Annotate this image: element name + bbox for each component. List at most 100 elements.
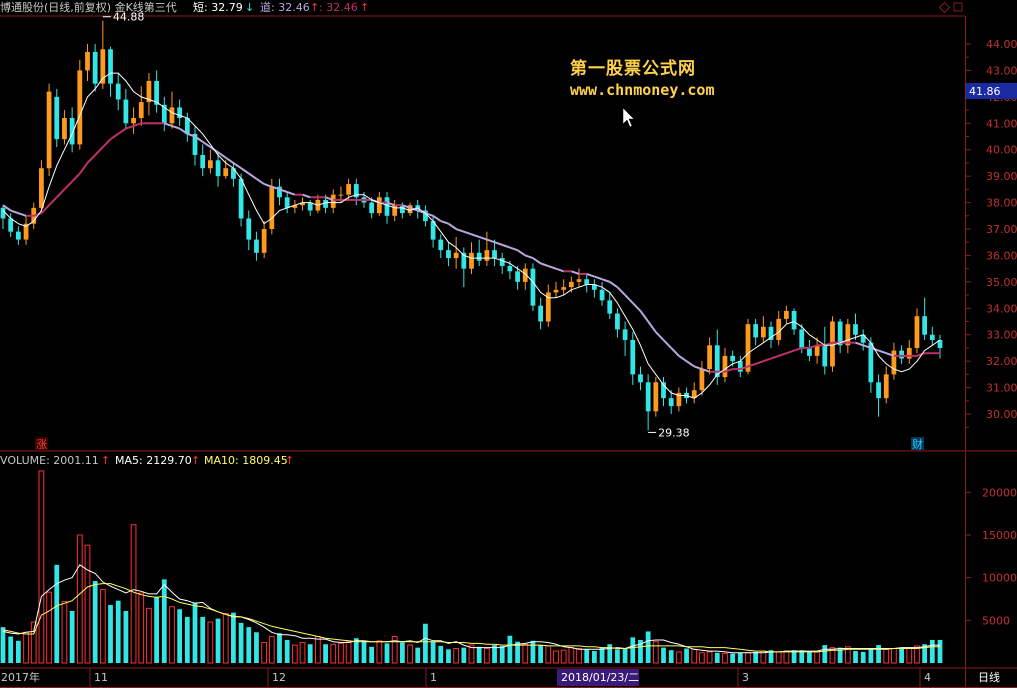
- volume-bar: [345, 641, 352, 664]
- candle-body: [284, 197, 290, 208]
- candle-body: [776, 318, 782, 341]
- date-label-2017: 2017年: [1, 670, 40, 684]
- volume-bar: [38, 470, 45, 664]
- volume-bar: [246, 627, 252, 663]
- price-tick-label: 43.00: [986, 64, 1017, 77]
- ma-long-segment: [670, 347, 680, 357]
- volume-bar: [507, 635, 513, 663]
- candle-body: [638, 374, 643, 383]
- candle-body: [561, 287, 567, 290]
- candle-body: [853, 324, 858, 335]
- stock-chart-canvas[interactable]: 博通股份(日线,前复权) 金K线第三代 短: 32.79 ↓ 道: 32.46 …: [0, 0, 1017, 688]
- candle-body: [138, 102, 144, 119]
- candle-body: [8, 218, 14, 232]
- ma-long-segment: [302, 193, 311, 199]
- period-label[interactable]: 日线: [978, 670, 1000, 684]
- ma-long-segment: [63, 180, 73, 191]
- short-line-arrow: ↓: [245, 1, 254, 14]
- candle-body: [807, 347, 812, 356]
- price-tick-label: 37.00: [986, 223, 1017, 236]
- candle-body: [0, 207, 6, 219]
- stock-title: 博通股份(日线,前复权) 金K线第三代: [0, 0, 177, 14]
- candle-body: [599, 289, 605, 301]
- high-price-label: 44.88: [113, 11, 145, 24]
- ma-long-segment: [171, 124, 180, 130]
- diamond-icon[interactable]: [938, 1, 951, 14]
- vol-ma10-value: MA10: 1809.45: [204, 454, 288, 467]
- volume-bar: [545, 645, 552, 664]
- candle-body: [553, 289, 559, 293]
- volume-bar: [876, 645, 881, 663]
- price-tick-label: 38.00: [986, 197, 1017, 210]
- ma-long-segment: [647, 320, 657, 333]
- window-controls[interactable]: [938, 1, 963, 14]
- volume-bar: [807, 651, 812, 663]
- ma-long-segment: [540, 262, 549, 267]
- ma-long-segment: [56, 188, 66, 198]
- volume-bar: [630, 637, 636, 663]
- short-line-value: 短: 32.79: [193, 0, 243, 14]
- volume-bar: [453, 647, 460, 664]
- volume-bar: [568, 647, 575, 664]
- volume-bar: [207, 621, 214, 664]
- date-label-4: 4: [924, 671, 931, 684]
- dao-line-arrow: ↑: [310, 1, 319, 14]
- candle-body: [622, 329, 628, 341]
- candle-body: [607, 300, 613, 314]
- volume-bar: [722, 653, 728, 664]
- candle-body: [507, 266, 513, 272]
- volume-bar: [284, 639, 290, 663]
- restore-icon[interactable]: [953, 2, 963, 12]
- price-tick-label: 41.00: [986, 117, 1017, 130]
- ma-long-segment: [48, 196, 58, 206]
- zhang-badge[interactable]: 涨: [36, 438, 47, 451]
- volume-bar: [661, 647, 666, 663]
- watermark-url[interactable]: www.chnmoney.com: [570, 81, 715, 99]
- candle-body: [876, 382, 881, 399]
- candle-body: [69, 118, 75, 145]
- volume-bar: [423, 623, 428, 663]
- ma-long-segment: [94, 146, 104, 156]
- ma-long-segment: [102, 138, 112, 148]
- volume-bar: [30, 621, 37, 664]
- volume-bar: [277, 633, 282, 663]
- volume-bar: [753, 651, 759, 663]
- volume-bar: [169, 606, 175, 664]
- candle-body: [914, 316, 920, 348]
- candle-body: [131, 118, 136, 124]
- volume-bar: [560, 649, 567, 664]
- candle-body: [906, 347, 912, 359]
- extra-line-value: : 32.46: [319, 1, 358, 14]
- volume-bar: [599, 647, 605, 663]
- candle-body: [707, 345, 712, 370]
- ma-long-segment: [655, 331, 665, 341]
- ma-long-segment: [486, 238, 495, 244]
- volume-bar: [576, 647, 582, 664]
- current-price-label: 41.86: [969, 85, 1001, 98]
- candle-body: [883, 374, 889, 399]
- volume-bar: [522, 643, 529, 664]
- volume-bar: [61, 601, 68, 664]
- candle-body: [338, 194, 344, 196]
- ma-long-segment: [248, 172, 258, 180]
- volume-bar: [937, 639, 943, 663]
- volume-bar: [691, 648, 698, 664]
- candle-body: [254, 239, 259, 253]
- candle-body: [784, 310, 789, 319]
- ma-long-segment: [78, 162, 89, 175]
- volume-bar: [415, 647, 421, 663]
- ma-long-segment: [440, 220, 449, 225]
- volume-bar: [775, 651, 782, 664]
- volume-bar: [783, 650, 790, 664]
- moving-averages: [2, 72, 941, 399]
- price-tick-label: 32.00: [986, 355, 1017, 368]
- volume-bar: [622, 648, 628, 663]
- low-price-label: 29.38: [658, 426, 690, 439]
- vol-ma5-arrow: ↑: [191, 454, 200, 467]
- volume-bar: [853, 651, 858, 663]
- cai-badge[interactable]: 财: [912, 437, 923, 451]
- candle-body: [799, 329, 805, 348]
- date-label-1: 1: [430, 671, 437, 684]
- volume-bar: [814, 651, 820, 664]
- ma-long-segment: [463, 230, 472, 236]
